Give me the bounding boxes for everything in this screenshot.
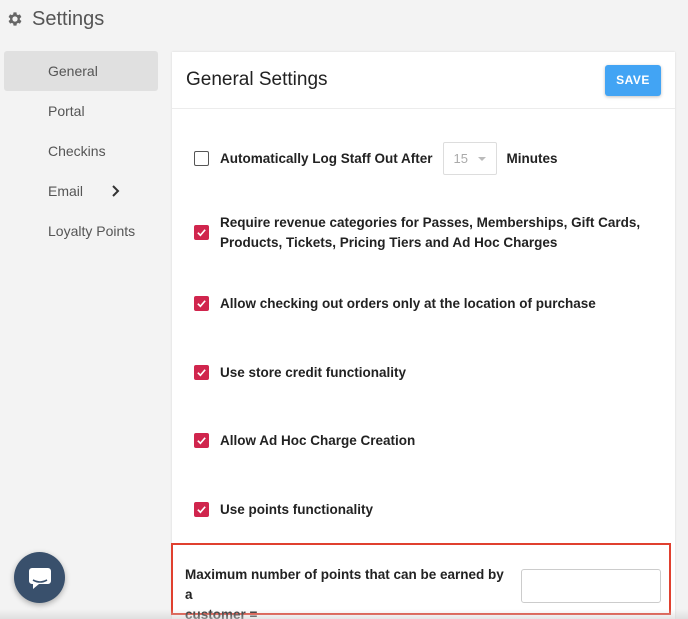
caret-down-icon [477,156,486,161]
ad-hoc-label: Allow Ad Hoc Charge Creation [220,433,416,448]
store-credit-label: Use store credit functionality [220,365,407,380]
revenue-categories-line1: Require revenue categories for Passes, M… [220,215,641,230]
sidebar-item-loyalty-points[interactable]: Loyalty Points [4,211,158,251]
max-points-line1: Maximum number of points that can be ear… [185,567,504,602]
ad-hoc-option: Allow Ad Hoc Charge Creation [194,431,415,451]
max-points-highlight: Maximum number of points that can be ear… [171,543,671,619]
checkout-location-option: Allow checking out orders only at the lo… [194,294,596,314]
chevron-right-icon [112,185,120,197]
page-header: Settings [6,6,104,32]
sidebar-item-label: Portal [48,103,85,119]
panel-title: General Settings [186,69,328,90]
chat-button[interactable] [14,552,65,603]
revenue-categories-option: Require revenue categories for Passes, M… [194,213,640,253]
store-credit-option: Use store credit functionality [194,363,406,383]
store-credit-checkbox[interactable] [194,365,209,380]
revenue-categories-checkbox[interactable] [194,225,209,240]
max-points-line2: customer = [185,607,258,619]
auto-logout-option: Automatically Log Staff Out After 15 Min… [194,142,558,175]
panel-header: General Settings SAVE [172,52,675,109]
sidebar-item-label: Checkins [48,143,106,159]
check-icon [197,229,206,237]
check-icon [197,369,206,377]
sidebar-item-email[interactable]: Email [4,171,158,211]
gear-icon [8,12,22,26]
checkout-location-checkbox[interactable] [194,296,209,311]
points-checkbox[interactable] [194,502,209,517]
revenue-categories-label: Require revenue categories for Passes, M… [220,213,640,253]
page-title: Settings [32,7,105,30]
auto-logout-label: Automatically Log Staff Out After [220,151,433,166]
sidebar-item-label: General [48,63,98,79]
check-icon [197,300,206,308]
ad-hoc-checkbox[interactable] [194,433,209,448]
check-icon [197,437,206,445]
points-label: Use points functionality [220,502,374,517]
sidebar-item-checkins[interactable]: Checkins [4,131,158,171]
sidebar-item-label: Email [48,183,84,199]
max-points-label: Maximum number of points that can be ear… [185,565,505,619]
save-button[interactable]: SAVE [605,64,661,96]
general-settings-panel: General Settings SAVE Automatically Log … [172,52,675,619]
sidebar: General Portal Checkins Email Loyalty Po… [4,51,158,251]
sidebar-item-general[interactable]: General [4,51,158,91]
logout-minutes-select[interactable]: 15 [442,142,497,175]
sidebar-item-label: Loyalty Points [48,223,136,239]
chat-bubble-icon [28,567,51,589]
logout-minutes-value: 15 [453,150,468,166]
auto-logout-checkbox[interactable] [194,151,209,166]
points-option: Use points functionality [194,500,373,520]
revenue-categories-line2: Products, Tickets, Pricing Tiers and Ad … [220,235,558,250]
checkout-location-label: Allow checking out orders only at the lo… [220,296,596,311]
check-icon [197,506,206,514]
max-points-input[interactable] [521,569,661,603]
minutes-label: Minutes [506,151,558,166]
sidebar-item-portal[interactable]: Portal [4,91,158,131]
